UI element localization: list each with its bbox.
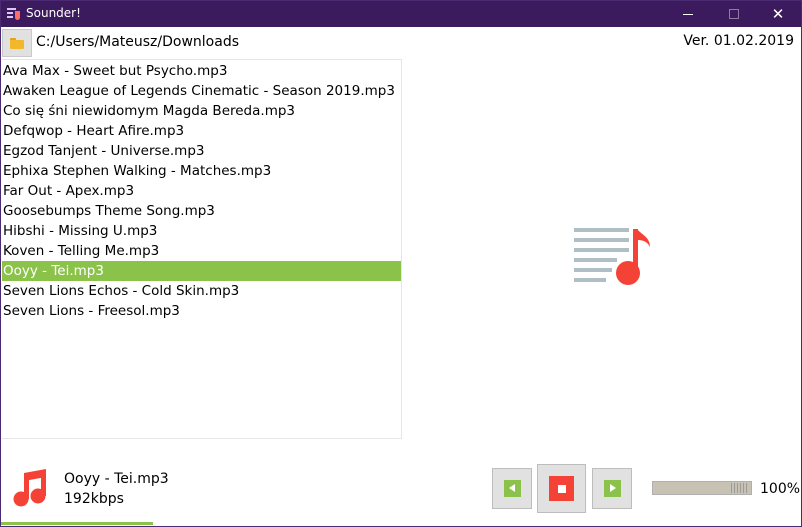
maximize-icon <box>729 9 739 19</box>
file-list-item[interactable]: Far Out - Apex.mp3 <box>2 181 401 201</box>
app-icon <box>7 7 20 20</box>
music-note-icon <box>13 469 46 507</box>
file-list-item-selected[interactable]: Ooyy - Tei.mp3 <box>2 261 401 281</box>
stop-icon <box>549 476 574 501</box>
close-icon: ✕ <box>771 4 785 23</box>
volume-label: 100% <box>760 481 801 497</box>
file-list-item[interactable]: Seven Lions Echos - Cold Skin.mp3 <box>2 281 401 301</box>
version-label: Ver. 01.02.2019 <box>683 33 794 49</box>
app-window: Sounder! ✕ C:/Users/Mateusz/Downloads Ve… <box>0 0 802 527</box>
file-list-item[interactable]: Awaken League of Legends Cinematic - Sea… <box>2 81 401 101</box>
minimize-button[interactable] <box>665 1 711 27</box>
now-playing-title: Ooyy - Tei.mp3 <box>64 471 169 487</box>
next-icon <box>603 480 621 497</box>
file-list-item[interactable]: Egzod Tanjent - Universe.mp3 <box>2 141 401 161</box>
file-list-item[interactable]: Defqwop - Heart Afire.mp3 <box>2 121 401 141</box>
file-list-item[interactable]: Co się śni niewidomym Magda Bereda.mp3 <box>2 101 401 121</box>
playback-progress-fill <box>1 522 153 525</box>
maximize-button[interactable] <box>711 1 757 27</box>
playback-progress[interactable] <box>1 522 401 525</box>
file-list-item[interactable]: Koven - Telling Me.mp3 <box>2 241 401 261</box>
previous-icon <box>503 480 521 497</box>
open-folder-button[interactable] <box>2 29 32 57</box>
file-list-item[interactable]: Hibshi - Missing U.mp3 <box>2 221 401 241</box>
folder-path: C:/Users/Mateusz/Downloads <box>36 34 240 50</box>
file-list-item[interactable]: Seven Lions - Freesol.mp3 <box>2 301 401 321</box>
window-title: Sounder! <box>26 6 81 20</box>
file-list-item[interactable]: Ephixa Stephen Walking - Matches.mp3 <box>2 161 401 181</box>
file-list-item[interactable]: Ava Max - Sweet but Psycho.mp3 <box>2 61 401 81</box>
volume-slider[interactable] <box>652 481 752 495</box>
previous-button[interactable] <box>492 468 532 509</box>
close-button[interactable]: ✕ <box>755 1 801 27</box>
volume-grip[interactable] <box>731 483 749 493</box>
file-list[interactable]: Ava Max - Sweet but Psycho.mp3 Awaken Lea… <box>2 59 402 439</box>
folder-icon <box>10 37 24 49</box>
playlist-music-icon <box>574 228 650 285</box>
title-bar[interactable]: Sounder! ✕ <box>1 1 801 27</box>
stop-button[interactable] <box>537 464 586 513</box>
next-button[interactable] <box>592 468 632 509</box>
now-playing-bitrate: 192kbps <box>64 491 124 507</box>
file-list-item[interactable]: Goosebumps Theme Song.mp3 <box>2 201 401 221</box>
minimize-icon <box>683 13 693 15</box>
